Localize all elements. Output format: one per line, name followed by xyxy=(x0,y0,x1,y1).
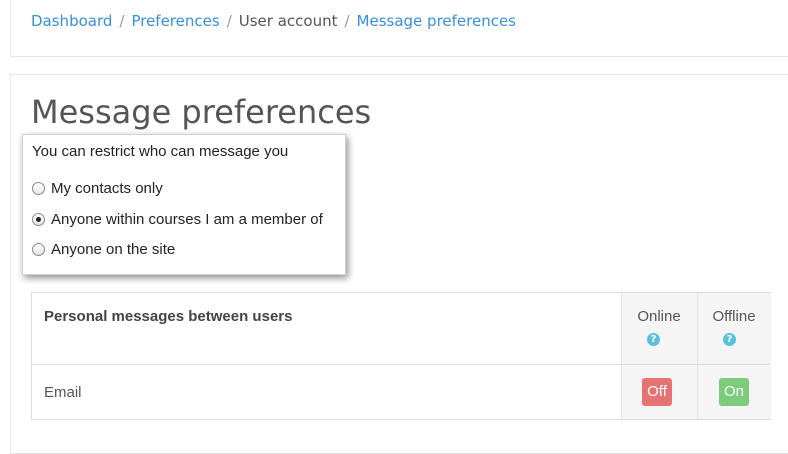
breadcrumb-preferences[interactable]: Preferences xyxy=(131,12,219,30)
message-restriction-popover: You can restrict who can message you My … xyxy=(22,134,346,275)
radio-label: Anyone on the site xyxy=(51,240,176,258)
radio-option-courses[interactable]: Anyone within courses I am a member of xyxy=(32,209,323,229)
breadcrumb-user-account: User account xyxy=(238,12,338,30)
breadcrumb-separator: / xyxy=(226,12,232,30)
radio-option-anyone[interactable]: Anyone on the site xyxy=(32,239,175,259)
popover-heading: You can restrict who can message you xyxy=(32,143,289,160)
breadcrumb-separator: / xyxy=(344,12,350,30)
email-online-toggle[interactable]: Off xyxy=(642,378,672,406)
radio-label: Anyone within courses I am a member of xyxy=(51,210,323,228)
radio-label: My contacts only xyxy=(51,179,163,197)
radio-button[interactable] xyxy=(32,242,45,256)
offline-column-header: Offline xyxy=(712,308,756,325)
email-row-label: Email xyxy=(44,384,82,401)
preferences-table: Personal messages between users Online O… xyxy=(31,292,771,420)
section-title: Personal messages between users xyxy=(44,308,293,325)
breadcrumb: Dashboard / Preferences / User account / Messa… xyxy=(31,11,516,31)
offline-help-icon[interactable]: ? xyxy=(723,333,736,346)
radio-button[interactable] xyxy=(32,181,45,195)
breadcrumb-separator: / xyxy=(119,12,125,30)
radio-option-contacts-only[interactable]: My contacts only xyxy=(32,178,163,198)
online-column-header: Online xyxy=(637,308,681,325)
breadcrumb-dashboard[interactable]: Dashboard xyxy=(31,12,112,30)
breadcrumb-message-preferences[interactable]: Message preferences xyxy=(357,12,516,30)
row-divider xyxy=(32,364,770,365)
online-help-icon[interactable]: ? xyxy=(647,333,660,346)
page-title: Message preferences xyxy=(31,93,372,131)
radio-button[interactable] xyxy=(32,212,45,226)
email-offline-toggle[interactable]: On xyxy=(719,378,749,406)
